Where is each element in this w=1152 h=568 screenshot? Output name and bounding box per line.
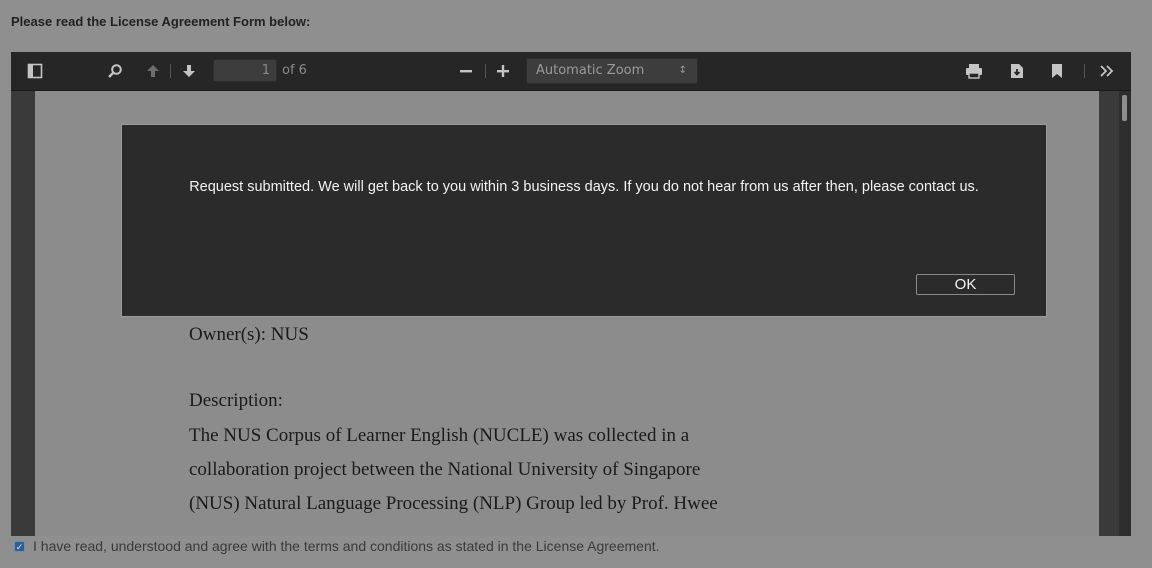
zoom-select-value: Automatic Zoom [536, 63, 645, 78]
double-chevron-right-icon[interactable] [1099, 52, 1115, 90]
agree-checkbox[interactable]: ✓ [14, 540, 25, 552]
agree-row: ✓ I have read, understood and agree with… [14, 538, 660, 554]
ok-button[interactable]: OK [916, 274, 1015, 295]
sidebar-toggle-icon[interactable] [27, 52, 43, 90]
arrow-up-icon[interactable] [145, 52, 161, 90]
select-caret-icon: ↕ [678, 65, 687, 76]
document-description-title: Description: [189, 390, 283, 411]
page-number-input[interactable]: 1 [213, 59, 277, 82]
agree-label: I have read, understood and agree with t… [33, 538, 660, 554]
document-owner: Owner(s): NUS [189, 324, 309, 345]
search-icon[interactable] [107, 52, 123, 90]
print-icon[interactable] [965, 52, 983, 90]
arrow-down-icon[interactable] [181, 52, 197, 90]
page-heading: Please read the License Agreement Form b… [11, 14, 311, 29]
zoom-select[interactable]: Automatic Zoom ↕ [526, 58, 698, 84]
confirmation-dialog: Request submitted. We will get back to y… [121, 124, 1047, 317]
plus-icon[interactable] [496, 52, 510, 90]
document-line: The NUS Corpus of Learner English (NUCLE… [189, 425, 690, 446]
dialog-message: Request submitted. We will get back to y… [189, 179, 979, 195]
bookmark-icon[interactable] [1051, 52, 1063, 90]
pdf-toolbar: 1 of 6 Automatic Zoom ↕ [11, 52, 1131, 91]
document-line: collaboration project between the Nation… [189, 459, 701, 480]
download-icon[interactable] [1009, 52, 1025, 90]
scrollbar-thumb[interactable] [1122, 95, 1127, 121]
document-scrollbar[interactable] [1119, 91, 1131, 536]
page-count-label: of 6 [282, 63, 307, 78]
document-line: (NUS) Natural Language Processing (NLP) … [189, 493, 718, 514]
minus-icon[interactable] [459, 52, 473, 90]
